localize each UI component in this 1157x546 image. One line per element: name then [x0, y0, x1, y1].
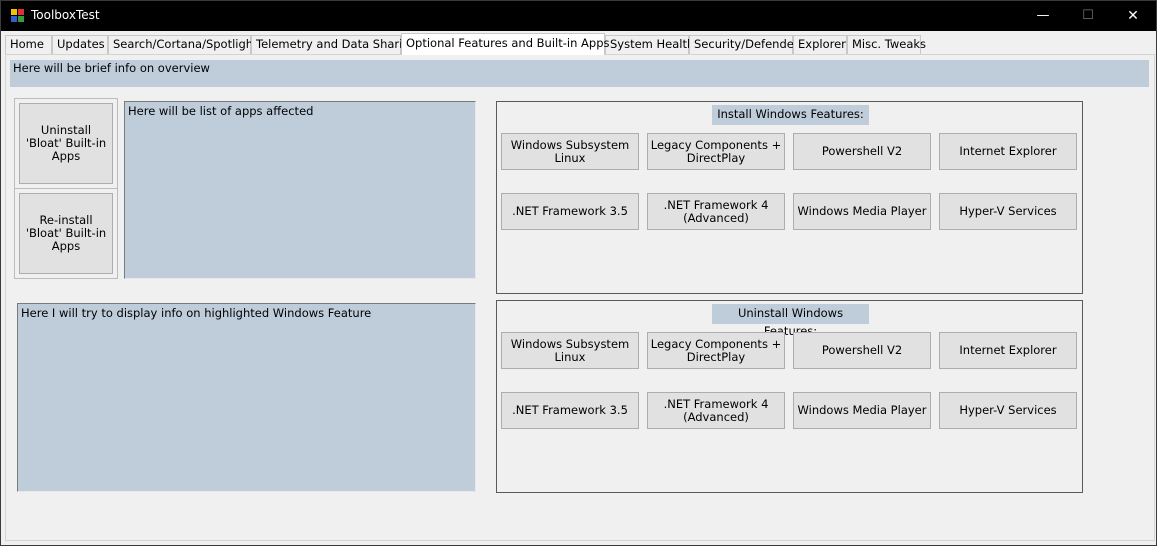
app-icon: [11, 9, 24, 22]
minimize-button[interactable]: —: [1020, 1, 1066, 31]
tab-search-cortana-spotlight[interactable]: Search/Cortana/Spotlight: [108, 35, 258, 54]
uninstall-media-player-button[interactable]: Windows Media Player: [793, 392, 931, 429]
tab-explorer[interactable]: Explorer: [793, 35, 847, 54]
uninstall-legacy-directplay-button[interactable]: Legacy Components + DirectPlay: [647, 332, 785, 369]
window-title: ToolboxTest: [31, 8, 100, 22]
reinstall-bloat-apps-button[interactable]: Re-install 'Bloat' Built-in Apps: [19, 193, 113, 274]
install-media-player-button[interactable]: Windows Media Player: [793, 193, 931, 230]
uninstall-bloat-apps-button[interactable]: Uninstall 'Bloat' Built-in Apps: [19, 103, 113, 184]
feature-info-textbox[interactable]: Here I will try to display info on highl…: [17, 303, 476, 492]
uninstall-features-group: Uninstall Windows Features: Windows Subs…: [496, 300, 1083, 493]
install-features-group: Install Windows Features: Windows Subsys…: [496, 101, 1083, 294]
app-window: ToolboxTest — ☐ ✕ Home Updates Search/Co…: [0, 0, 1157, 546]
tab-optional-features[interactable]: Optional Features and Built-in Apps: [401, 33, 610, 55]
uninstall-dotnet35-button[interactable]: .NET Framework 3.5: [501, 392, 639, 429]
install-dotnet35-button[interactable]: .NET Framework 3.5: [501, 193, 639, 230]
install-group-title: Install Windows Features:: [712, 105, 869, 125]
uninstall-dotnet4-button[interactable]: .NET Framework 4 (Advanced): [647, 392, 785, 429]
overview-label: Here will be brief info on overview: [10, 60, 1149, 87]
uninstall-wsl-button[interactable]: Windows Subsystem Linux: [501, 332, 639, 369]
uninstall-group-title: Uninstall Windows Features:: [712, 304, 869, 338]
title-bar[interactable]: ToolboxTest — ☐ ✕: [1, 1, 1156, 31]
bloat-apps-button-group: Uninstall 'Bloat' Built-in Apps Re-insta…: [14, 98, 118, 279]
tab-updates[interactable]: Updates: [52, 35, 108, 54]
divider: [15, 188, 117, 189]
uninstall-powershell-v2-button[interactable]: Powershell V2: [793, 332, 931, 369]
install-internet-explorer-button[interactable]: Internet Explorer: [939, 133, 1077, 170]
tab-telemetry-data-sharing[interactable]: Telemetry and Data Sharing: [251, 35, 417, 54]
maximize-button[interactable]: ☐: [1065, 1, 1111, 31]
apps-affected-textbox[interactable]: Here will be list of apps affected: [124, 101, 476, 279]
tab-security-defender[interactable]: Security/Defender: [689, 35, 799, 54]
uninstall-hyperv-button[interactable]: Hyper-V Services: [939, 392, 1077, 429]
tab-strip: Home Updates Search/Cortana/Spotlight Te…: [5, 33, 1155, 55]
uninstall-internet-explorer-button[interactable]: Internet Explorer: [939, 332, 1077, 369]
install-wsl-button[interactable]: Windows Subsystem Linux: [501, 133, 639, 170]
tab-home[interactable]: Home: [5, 35, 52, 54]
install-hyperv-button[interactable]: Hyper-V Services: [939, 193, 1077, 230]
install-legacy-directplay-button[interactable]: Legacy Components + DirectPlay: [647, 133, 785, 170]
install-dotnet4-button[interactable]: .NET Framework 4 (Advanced): [647, 193, 785, 230]
tab-system-health[interactable]: System Health: [605, 35, 694, 54]
install-powershell-v2-button[interactable]: Powershell V2: [793, 133, 931, 170]
tab-misc-tweaks[interactable]: Misc. Tweaks: [847, 35, 926, 54]
close-button[interactable]: ✕: [1110, 1, 1156, 31]
